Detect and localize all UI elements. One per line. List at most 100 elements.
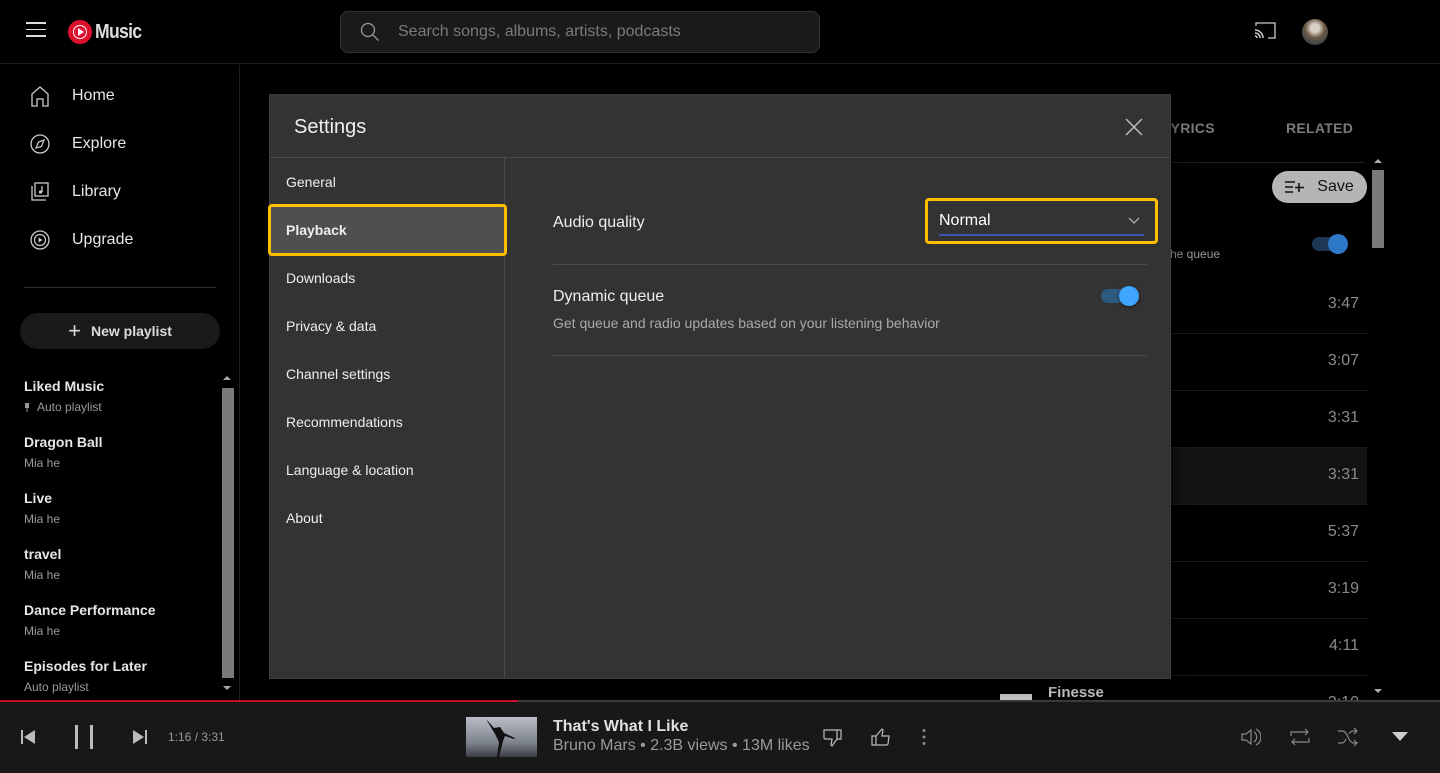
scroll-up-arrow[interactable] bbox=[1374, 159, 1382, 163]
tab-related[interactable]: RELATED bbox=[1286, 120, 1353, 136]
scrollbar[interactable] bbox=[222, 388, 234, 678]
volume-icon[interactable] bbox=[1241, 727, 1261, 747]
pin-icon bbox=[25, 403, 29, 412]
dancer-silhouette-icon bbox=[486, 719, 515, 757]
settings-nav-playback[interactable]: Playback bbox=[268, 204, 507, 256]
cast-icon[interactable] bbox=[1254, 22, 1276, 40]
playlist-list: Liked Music Auto playlist Dragon Ball Mi… bbox=[0, 370, 240, 700]
sidebar-item-explore[interactable]: Explore bbox=[0, 120, 240, 168]
sidebar-item-upgrade[interactable]: Upgrade bbox=[0, 216, 240, 264]
settings-dialog: Settings General Playback Downloads Priv… bbox=[268, 94, 1171, 679]
search-input[interactable] bbox=[398, 23, 798, 41]
audio-quality-label: Audio quality bbox=[553, 214, 645, 231]
settings-nav-privacy[interactable]: Privacy & data bbox=[270, 302, 505, 350]
sidebar-divider bbox=[24, 287, 216, 288]
queue-song-duration: 3:19 bbox=[1327, 580, 1359, 597]
list-item[interactable]: Dance Performance Mia he bbox=[24, 602, 214, 652]
queue-song-duration: 3:31 bbox=[1327, 409, 1359, 426]
playlist-title: Liked Music bbox=[24, 378, 105, 394]
compass-icon bbox=[30, 134, 50, 154]
list-item[interactable]: travel Mia he bbox=[24, 546, 214, 596]
plus-icon: + bbox=[68, 318, 81, 343]
dialog-title: Settings bbox=[294, 116, 367, 138]
scrollbar[interactable] bbox=[1372, 170, 1384, 248]
settings-nav-about[interactable]: About bbox=[270, 494, 505, 542]
song-meta[interactable]: Bruno Mars • 2.3B views • 13M likes bbox=[553, 737, 810, 755]
playlist-subtitle: Mia he bbox=[24, 456, 61, 470]
app-logo[interactable]: Music bbox=[68, 20, 148, 44]
list-item[interactable]: Episodes for Later Auto playlist bbox=[24, 658, 214, 700]
next-icon[interactable] bbox=[132, 729, 148, 745]
shuffle-icon[interactable] bbox=[1337, 728, 1359, 746]
list-item[interactable]: Liked Music Auto playlist bbox=[24, 378, 214, 428]
audio-quality-select[interactable]: Normal bbox=[925, 198, 1158, 244]
song-thumbnail[interactable] bbox=[466, 717, 537, 757]
previous-icon[interactable] bbox=[20, 729, 36, 745]
progress-bar[interactable] bbox=[0, 700, 1440, 702]
top-bar: Music bbox=[0, 0, 1440, 64]
dynamic-queue-description: Get queue and radio updates based on you… bbox=[553, 315, 940, 331]
dynamic-queue-row: Dynamic queue Get queue and radio update… bbox=[553, 265, 1147, 356]
playlist-title: travel bbox=[24, 546, 62, 562]
playlist-add-icon bbox=[1285, 181, 1305, 193]
pause-icon[interactable] bbox=[74, 724, 94, 750]
sidebar-item-label: Library bbox=[72, 183, 121, 200]
sidebar-item-label: Home bbox=[72, 87, 115, 104]
scroll-down-arrow[interactable] bbox=[1374, 689, 1382, 693]
app-name: Music bbox=[95, 20, 142, 43]
dynamic-queue-label: Dynamic queue bbox=[553, 288, 665, 305]
playlist-title: Live bbox=[24, 490, 53, 506]
song-title[interactable]: That's What I Like bbox=[553, 718, 688, 736]
search-icon bbox=[360, 22, 379, 41]
playlist-subtitle: Mia he bbox=[24, 568, 61, 582]
more-options-icon[interactable] bbox=[921, 728, 927, 746]
scroll-down-arrow[interactable] bbox=[223, 686, 231, 690]
playlist-subtitle: Mia he bbox=[24, 624, 61, 638]
sidebar-item-label: Upgrade bbox=[72, 231, 134, 248]
sidebar-item-library[interactable]: Library bbox=[0, 168, 240, 216]
playback-time: 1:16 / 3:31 bbox=[168, 730, 225, 744]
sidebar-item-label: Explore bbox=[72, 135, 127, 152]
player-bar: 1:16 / 3:31 That's What I Like Bruno Mar… bbox=[0, 700, 1440, 773]
playlist-title: Dance Performance bbox=[24, 602, 156, 618]
save-button[interactable]: Save bbox=[1272, 171, 1367, 203]
list-item[interactable]: Live Mia he bbox=[24, 490, 214, 540]
sidebar: Home Explore Library Upgrade + New playl… bbox=[0, 65, 240, 700]
repeat-icon[interactable] bbox=[1289, 728, 1311, 746]
list-item[interactable]: Dragon Ball Mia he bbox=[24, 434, 214, 484]
settings-nav-channel[interactable]: Channel settings bbox=[270, 350, 505, 398]
queue-song-duration: 3:31 bbox=[1327, 466, 1359, 483]
playlist-title: Episodes for Later bbox=[24, 658, 147, 674]
new-playlist-button[interactable]: + New playlist bbox=[20, 313, 220, 349]
settings-nav-downloads[interactable]: Downloads bbox=[270, 254, 505, 302]
queue-song-duration: 3:07 bbox=[1327, 352, 1359, 369]
scroll-up-arrow[interactable] bbox=[223, 376, 231, 380]
progress-fill bbox=[0, 700, 519, 702]
settings-nav-language[interactable]: Language & location bbox=[270, 446, 505, 494]
settings-nav-recommendations[interactable]: Recommendations bbox=[270, 398, 505, 446]
avatar[interactable] bbox=[1302, 19, 1328, 45]
play-logo-icon bbox=[68, 20, 92, 44]
expand-player-icon[interactable] bbox=[1392, 732, 1408, 741]
save-label: Save bbox=[1317, 178, 1354, 195]
autoplay-toggle[interactable] bbox=[1312, 234, 1348, 254]
chevron-down-icon bbox=[1128, 217, 1140, 224]
new-playlist-label: New playlist bbox=[90, 323, 172, 339]
settings-nav: General Playback Downloads Privacy & dat… bbox=[268, 158, 507, 678]
sidebar-item-home[interactable]: Home bbox=[0, 72, 240, 120]
close-icon[interactable] bbox=[1122, 115, 1146, 139]
queue-song-duration: 5:37 bbox=[1327, 523, 1359, 540]
home-icon bbox=[31, 86, 49, 107]
playlist-title: Dragon Ball bbox=[24, 434, 103, 450]
thumbs-down-icon[interactable] bbox=[823, 727, 843, 747]
select-underline bbox=[939, 234, 1144, 236]
library-icon bbox=[31, 182, 49, 201]
menu-icon[interactable] bbox=[26, 22, 46, 40]
queue-song-duration: 3:47 bbox=[1327, 295, 1359, 312]
search-box[interactable] bbox=[340, 11, 820, 53]
settings-nav-general[interactable]: General bbox=[270, 158, 505, 206]
thumbs-up-icon[interactable] bbox=[870, 727, 890, 747]
upgrade-icon bbox=[30, 230, 50, 250]
queue-song-duration: 4:11 bbox=[1329, 637, 1359, 654]
dynamic-queue-toggle[interactable] bbox=[1101, 286, 1139, 306]
